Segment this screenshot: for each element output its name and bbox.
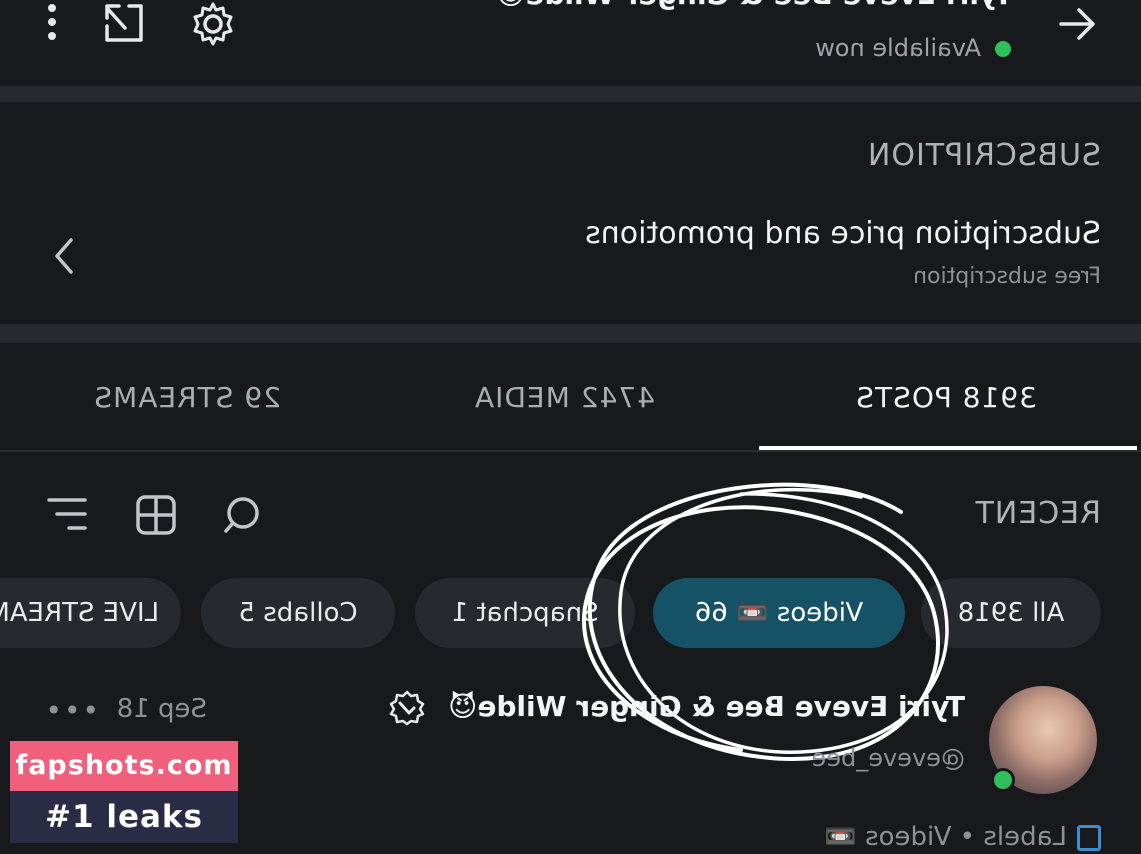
profile-header: Tyiri Eveve Bee & Ginger Wilde😈 Availabl… — [0, 0, 1141, 86]
divider — [0, 86, 1141, 102]
search-icon[interactable] — [223, 494, 267, 538]
grid-view-icon[interactable] — [135, 494, 177, 536]
post-more-icon[interactable]: ••• — [43, 694, 99, 727]
back-arrow-icon[interactable] — [1057, 6, 1097, 42]
subscription-title: Subscription price and promotions — [585, 216, 1101, 251]
tab-posts[interactable]: 3918 POSTS — [855, 381, 1037, 414]
content-tabs: 3918 POSTS 4742 MEDIA 29 STREAMS — [0, 343, 1141, 451]
filter-lines-icon[interactable] — [45, 496, 89, 532]
settings-gear-icon[interactable] — [189, 0, 237, 48]
profile-name: Tyiri Eveve Bee & Ginger Wilde😈 — [496, 0, 1013, 11]
watermark-tagline: #1 leaks — [10, 791, 238, 843]
tab-streams[interactable]: 29 STREAMS — [93, 381, 281, 414]
share-icon[interactable] — [101, 0, 147, 44]
label-tag-icon — [1077, 824, 1101, 851]
hand-drawn-circle-annotation — [582, 482, 949, 761]
mirrored-screen: Tyiri Eveve Bee & Ginger Wilde😈 Availabl… — [0, 0, 1141, 854]
online-indicator — [991, 768, 1015, 792]
post-author-handle[interactable]: @eveve_bee — [812, 744, 965, 772]
sort-label[interactable]: RECENT — [975, 496, 1101, 531]
subscription-description: Free subscription — [913, 264, 1101, 289]
availability-status: Available now — [815, 34, 1011, 62]
verified-badge-icon — [389, 690, 425, 726]
post-date: Sep 18 — [116, 694, 207, 724]
watermark-site: fapshots.com — [10, 741, 238, 791]
subscription-heading: SUBSCRIPTION — [866, 138, 1101, 173]
more-vertical-icon[interactable] — [45, 2, 59, 42]
post-labels[interactable]: Labels • Videos 📼 — [824, 822, 1101, 852]
filter-chip-live-streams[interactable]: LIVE STREAMS — [0, 578, 181, 648]
chevron-right-icon — [55, 238, 73, 274]
divider — [0, 324, 1141, 343]
tab-media[interactable]: 4742 MEDIA — [474, 381, 655, 414]
online-indicator — [995, 41, 1011, 57]
filter-chip-collabs[interactable]: Collabs 5 — [201, 578, 395, 648]
subscription-section[interactable]: SUBSCRIPTION Subscription price and prom… — [0, 102, 1141, 324]
post-author-name[interactable]: Tyiri Eveve Bee & Ginger Wilde😈 — [448, 690, 965, 723]
tabs-border — [0, 450, 1141, 452]
